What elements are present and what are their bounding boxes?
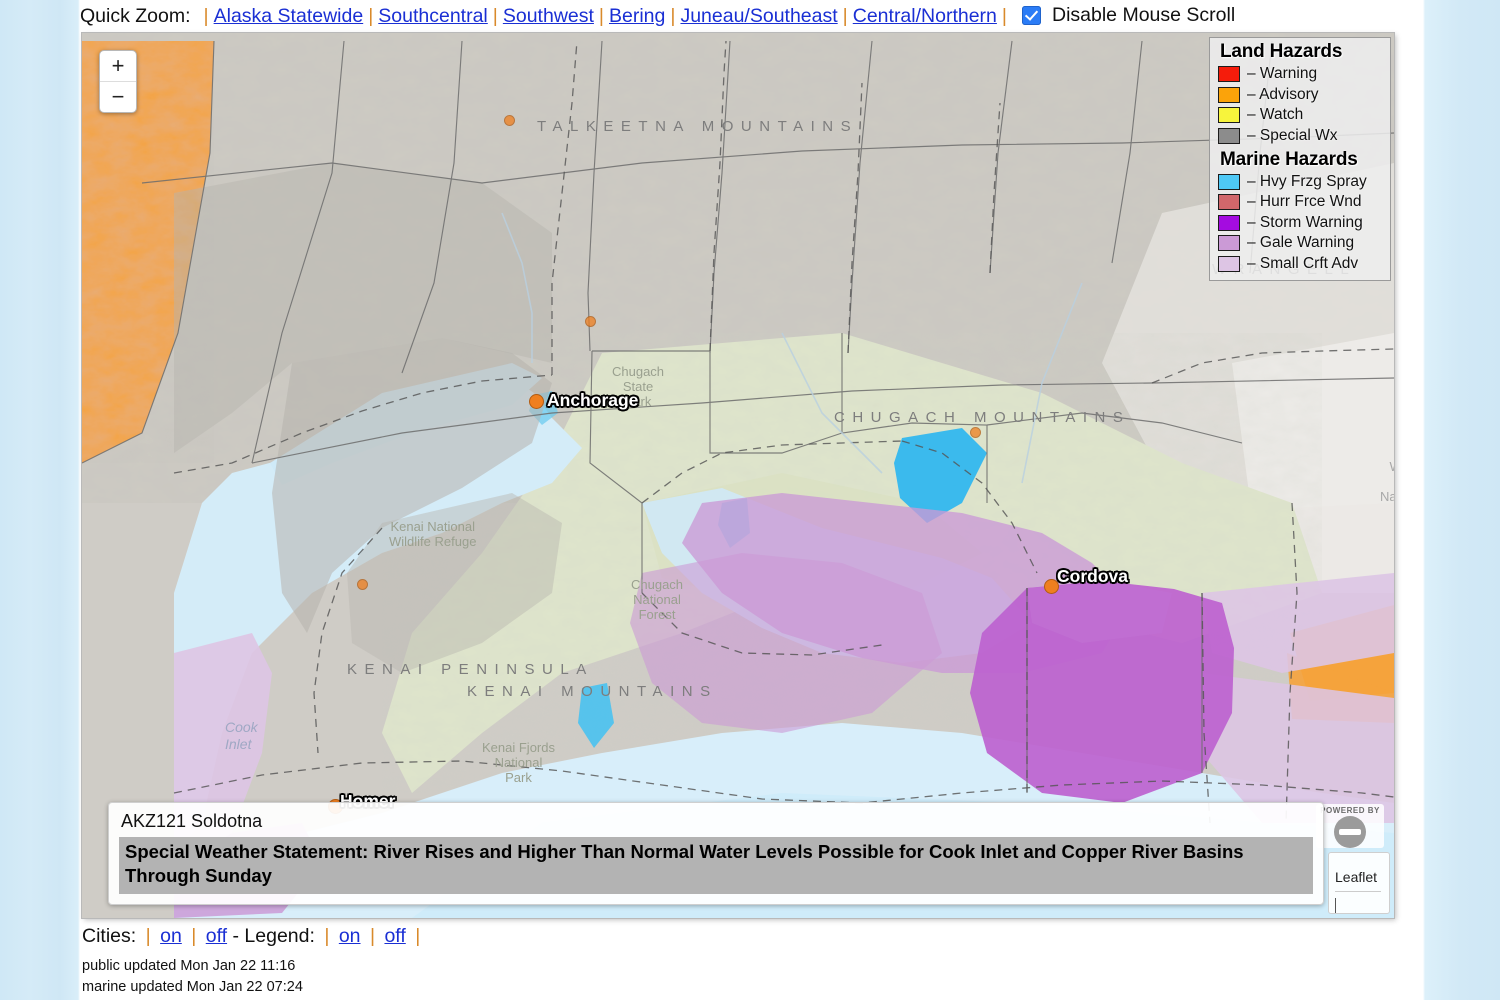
- separator: |: [369, 925, 376, 947]
- map-canvas[interactable]: TALKEETNA MOUNTAINS CHUGACH MOUNTAINS KENA…: [82, 33, 1394, 918]
- update-timestamps: public updated Mon Jan 22 11:16 marine u…: [82, 956, 303, 998]
- separator: |: [415, 925, 421, 947]
- legend-row-marine-4: – Small Crft Adv: [1218, 254, 1385, 274]
- quick-zoom-link-southwest[interactable]: Southwest: [503, 5, 594, 28]
- zone-id-label: AKZ121 Soldotna: [121, 810, 263, 831]
- city-marker-dot-minor-1[interactable]: [585, 316, 596, 327]
- cities-off-link[interactable]: off: [206, 925, 227, 947]
- legend-item-label: – Hvy Frzg Spray: [1247, 172, 1367, 190]
- quick-zoom-link-bering[interactable]: Bering: [609, 5, 665, 28]
- legend-swatch-icon: [1218, 235, 1240, 251]
- separator: |: [324, 925, 330, 947]
- legend-label: Legend:: [244, 925, 315, 947]
- legend-on-link[interactable]: on: [339, 925, 361, 947]
- separator: |: [492, 4, 498, 27]
- legend-row-land-1: – Advisory: [1218, 85, 1385, 105]
- separator: |: [203, 4, 209, 27]
- legend-land-rows: – Warning – Advisory – Watch – Special Wx: [1216, 64, 1385, 146]
- legend-row-marine-0: – Hvy Frzg Spray: [1218, 172, 1385, 192]
- public-updated-text: public updated Mon Jan 22 11:16: [82, 958, 296, 974]
- separator: |: [598, 4, 604, 27]
- quick-zoom-link-juneau-southeast[interactable]: Juneau/Southeast: [680, 5, 837, 28]
- quick-zoom-link-central-northern[interactable]: Central/Northern: [853, 5, 997, 28]
- marine-updated-text: marine updated Mon Jan 22 07:24: [82, 979, 303, 996]
- legend-item-label: – Advisory: [1247, 85, 1319, 103]
- legend-marine-rows: – Hvy Frzg Spray – Hurr Frce Wnd – Storm W…: [1216, 172, 1385, 274]
- attribution-divider: [1335, 891, 1381, 892]
- separator: |: [1001, 4, 1007, 27]
- legend-row-land-0: – Warning: [1218, 64, 1385, 84]
- leaflet-link[interactable]: Leaflet: [1335, 869, 1377, 885]
- legend-swatch-icon: [1218, 127, 1240, 144]
- legend-item-label: – Gale Warning: [1247, 234, 1355, 251]
- city-marker-dot-cordova[interactable]: [1044, 579, 1059, 594]
- separator: |: [670, 4, 676, 27]
- legend-row-marine-3: – Gale Warning: [1218, 233, 1385, 253]
- city-marker-dot-minor-0[interactable]: [504, 115, 515, 126]
- page-root: Quick Zoom: | Alaska Statewide | Southce…: [0, 0, 1500, 1000]
- leaflet-attribution[interactable]: Leaflet: [1328, 852, 1390, 914]
- legend-row-marine-2: – Storm Warning: [1218, 213, 1385, 233]
- legend-swatch-icon: [1218, 66, 1240, 82]
- separator: |: [145, 925, 151, 947]
- city-marker-dot-minor-3[interactable]: [970, 427, 981, 438]
- map-zoom-control[interactable]: + −: [99, 50, 137, 113]
- dash-separator: -: [232, 925, 239, 947]
- zoom-out-button[interactable]: −: [100, 82, 136, 112]
- legend-off-link[interactable]: off: [384, 925, 405, 947]
- cities-label: Cities:: [82, 925, 137, 947]
- legend-item-label: – Watch: [1247, 106, 1304, 123]
- city-marker-dot-minor-2[interactable]: [357, 579, 368, 590]
- cities-legend-toggle-bar: Cities: | on | off - Legend: | on | off …: [82, 925, 424, 948]
- disable-mouse-scroll-control[interactable]: Disable Mouse Scroll: [1022, 4, 1235, 27]
- legend-item-label: – Storm Warning: [1247, 213, 1363, 231]
- attribution-cursor: [1335, 898, 1336, 913]
- legend-swatch-icon: [1218, 173, 1240, 190]
- statement-headline: Special Weather Statement: River Rises a…: [119, 836, 1313, 894]
- legend-swatch-icon: [1218, 107, 1240, 123]
- separator: |: [842, 4, 848, 27]
- esri-powered-by-badge: POWERED BY: [1316, 804, 1384, 848]
- quick-zoom-link-alaska-statewide[interactable]: Alaska Statewide: [214, 5, 364, 28]
- legend-item-label: – Special Wx: [1247, 126, 1338, 144]
- quick-zoom-link-southcentral[interactable]: Southcentral: [378, 5, 488, 28]
- separator: |: [368, 4, 374, 27]
- legend-item-label: – Small Crft Adv: [1247, 254, 1359, 272]
- legend-row-marine-1: – Hurr Frce Wnd: [1218, 192, 1385, 212]
- legend-row-land-2: – Watch: [1218, 105, 1385, 125]
- checkbox-checked-icon[interactable]: [1022, 6, 1041, 25]
- legend-swatch-icon: [1218, 214, 1240, 231]
- legend-land-title: Land Hazards: [1220, 41, 1343, 62]
- map-tile-layer: [82, 33, 1394, 918]
- disable-mouse-scroll-label: Disable Mouse Scroll: [1052, 4, 1236, 26]
- powered-by-label: POWERED BY: [1320, 806, 1380, 815]
- legend-swatch-icon: [1218, 86, 1240, 103]
- zoom-in-button[interactable]: +: [100, 51, 136, 82]
- cities-on-link[interactable]: on: [160, 925, 182, 947]
- legend-swatch-icon: [1218, 194, 1240, 210]
- legend-item-label: – Hurr Frce Wnd: [1247, 193, 1362, 210]
- legend-swatch-icon: [1218, 255, 1240, 272]
- weather-statement-popup[interactable]: AKZ121 Soldotna Special Weather Statemen…: [108, 801, 1324, 905]
- esri-globe-icon: [1334, 816, 1366, 848]
- hazard-legend: Land Hazards – Warning – Advisory – Watch –…: [1209, 37, 1391, 281]
- legend-marine-title: Marine Hazards: [1220, 148, 1358, 170]
- legend-row-land-3: – Special Wx: [1218, 126, 1385, 146]
- city-marker-dot-anchorage[interactable]: [529, 394, 544, 409]
- quick-zoom-label: Quick Zoom:: [80, 4, 191, 27]
- separator: |: [191, 925, 197, 947]
- legend-item-label: – Warning: [1247, 65, 1318, 82]
